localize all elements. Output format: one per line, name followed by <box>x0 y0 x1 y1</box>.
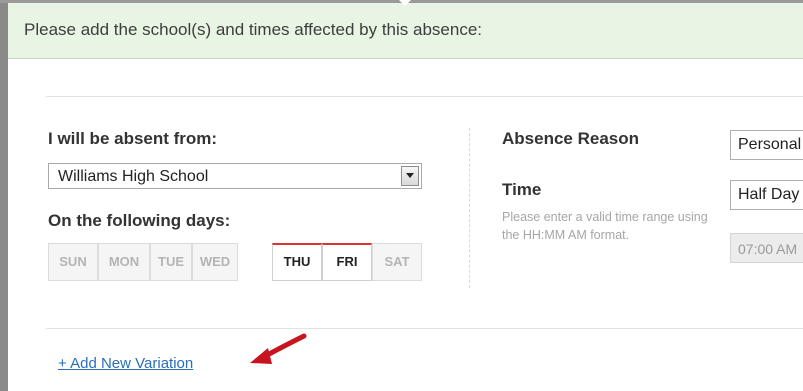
dropdown-arrow-icon[interactable] <box>401 166 419 186</box>
section-divider-top <box>46 96 803 97</box>
absence-reason-value: Personal <box>738 136 802 153</box>
column-divider <box>469 128 470 288</box>
instruction-banner: Please add the school(s) and times affec… <box>8 3 803 59</box>
days-label: On the following days: <box>48 211 231 230</box>
absence-reason-label: Absence Reason <box>502 129 639 148</box>
school-select[interactable]: Williams High School <box>48 163 422 189</box>
time-label: Time <box>502 180 542 199</box>
day-tue-toggle[interactable]: TUE <box>150 243 192 281</box>
day-thu-toggle[interactable]: THU <box>272 243 322 281</box>
start-time-input[interactable]: 07:00 AM <box>730 233 803 263</box>
absence-reason-select[interactable]: Personal <box>730 130 803 160</box>
absent-from-label: I will be absent from: <box>48 129 218 148</box>
red-arrow-icon <box>250 333 307 364</box>
window-left-frame <box>0 0 8 391</box>
time-select[interactable]: Half Day <box>730 180 803 210</box>
section-divider-bottom <box>46 328 803 329</box>
day-sat-toggle[interactable]: SAT <box>372 243 422 281</box>
start-time-value: 07:00 AM <box>738 241 798 257</box>
instruction-text: Please add the school(s) and times affec… <box>24 20 483 39</box>
banner-notch <box>399 0 411 6</box>
school-select-value: Williams High School <box>58 168 209 185</box>
day-wed-toggle[interactable]: WED <box>192 243 238 281</box>
add-new-variation-link[interactable]: + Add New Variation <box>58 355 193 372</box>
day-sun-toggle[interactable]: SUN <box>48 243 98 281</box>
day-mon-toggle[interactable]: MON <box>98 243 150 281</box>
day-fri-toggle[interactable]: FRI <box>322 243 372 281</box>
time-value: Half Day <box>738 186 800 203</box>
time-help-text: Please enter a valid time range using th… <box>502 210 708 242</box>
